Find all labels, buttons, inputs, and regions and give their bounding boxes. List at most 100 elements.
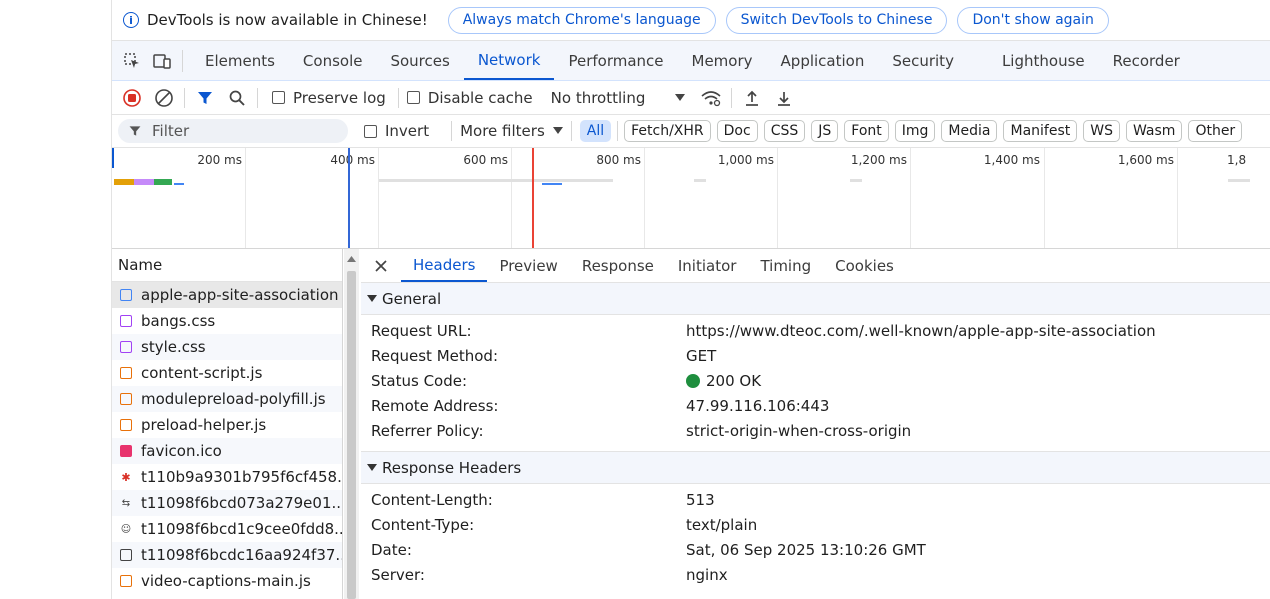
header-value[interactable]: Sat, 06 Sep 2025 13:10:26 GMT: [686, 541, 926, 559]
header-value[interactable]: GET: [686, 347, 716, 365]
request-row[interactable]: ✱ t110b9a9301b795f6cf458...: [112, 464, 342, 490]
preserve-log-box[interactable]: [272, 91, 285, 104]
match-language-button[interactable]: Always match Chrome's language: [447, 6, 716, 34]
tab-network[interactable]: Network: [463, 41, 555, 80]
type-filter-media[interactable]: Media: [941, 120, 998, 142]
header-value[interactable]: nginx: [686, 566, 728, 584]
tab-initiator[interactable]: Initiator: [666, 249, 749, 282]
dont-show-again-button[interactable]: Don't show again: [957, 6, 1109, 34]
request-row[interactable]: t11098f6bcdc16aa924f37...: [112, 542, 342, 568]
tab-timing[interactable]: Timing: [748, 249, 823, 282]
header-value[interactable]: strict-origin-when-cross-origin: [686, 422, 911, 440]
request-name: content-script.js: [141, 364, 263, 382]
request-name: video-captions-main.js: [141, 572, 311, 590]
type-filter-fetch-xhr[interactable]: Fetch/XHR: [624, 120, 711, 142]
header-value[interactable]: 513: [686, 491, 715, 509]
header-row: Content-Type: text/plain: [361, 512, 1270, 537]
import-har-icon[interactable]: [740, 86, 764, 110]
type-filter-other[interactable]: Other: [1188, 120, 1243, 142]
request-row[interactable]: content-script.js: [112, 360, 342, 386]
overview-gridline: [777, 148, 778, 248]
toolbar-divider: [731, 87, 733, 108]
request-row[interactable]: preload-helper.js: [112, 412, 342, 438]
tab-preview[interactable]: Preview: [487, 249, 569, 282]
preserve-log-checkbox[interactable]: Preserve log: [272, 89, 386, 107]
tab-headers[interactable]: Headers: [401, 249, 488, 282]
tab-lighthouse[interactable]: Lighthouse: [988, 41, 1099, 80]
header-row: Date: Sat, 06 Sep 2025 13:10:26 GMT: [361, 537, 1270, 562]
throttling-select[interactable]: No throttling: [551, 89, 686, 107]
tab-sources[interactable]: Sources: [376, 41, 463, 80]
header-value[interactable]: 47.99.116.106:443: [686, 397, 829, 415]
close-icon[interactable]: [361, 259, 401, 273]
overview-tick: 1,000 ms: [717, 153, 774, 167]
type-filter-wasm[interactable]: Wasm: [1125, 120, 1183, 142]
type-filter-js[interactable]: JS: [811, 120, 839, 142]
overview-bar: [174, 183, 184, 185]
request-name: favicon.ico: [141, 442, 222, 460]
general-section-header[interactable]: General: [361, 283, 1270, 315]
filter-funnel-icon[interactable]: [193, 86, 217, 110]
triangle-down-icon: [367, 294, 377, 302]
clear-icon[interactable]: [152, 86, 176, 110]
name-column-header[interactable]: Name: [112, 249, 342, 282]
tab-elements[interactable]: Elements: [191, 41, 289, 80]
invert-checkbox[interactable]: Invert: [364, 122, 429, 140]
type-filter-font[interactable]: Font: [844, 120, 889, 142]
filter-placeholder: Filter: [152, 122, 190, 140]
header-key: Content-Length:: [371, 490, 493, 509]
request-row[interactable]: style.css: [112, 334, 342, 360]
record-icon[interactable]: [120, 86, 144, 110]
scrollbar-thumb[interactable]: [347, 271, 356, 599]
request-list-scrollbar[interactable]: [344, 249, 359, 599]
request-name: apple-app-site-association: [141, 286, 339, 304]
network-overview[interactable]: 200 ms 400 ms 600 ms 800 ms 1,000 ms 1,2…: [112, 148, 1270, 249]
overview-gridline: [644, 148, 645, 248]
switch-to-chinese-button[interactable]: Switch DevTools to Chinese: [725, 6, 948, 34]
type-filter-all[interactable]: All: [579, 120, 612, 142]
disable-cache-checkbox[interactable]: Disable cache: [406, 89, 533, 107]
tab-recorder[interactable]: Recorder: [1099, 41, 1194, 80]
request-row[interactable]: modulepreload-polyfill.js: [112, 386, 342, 412]
request-row[interactable]: video-captions-main.js: [112, 568, 342, 594]
type-filter-img[interactable]: Img: [894, 120, 936, 142]
tab-application[interactable]: Application: [767, 41, 879, 80]
image-icon: ⇆: [121, 497, 131, 509]
tab-security[interactable]: Security: [878, 41, 968, 80]
type-filter-manifest[interactable]: Manifest: [1003, 120, 1078, 142]
status-code-value[interactable]: 200 OK: [686, 372, 761, 390]
type-filter-doc[interactable]: Doc: [716, 120, 758, 142]
inspect-element-icon[interactable]: [122, 51, 142, 71]
tab-memory[interactable]: Memory: [678, 41, 767, 80]
chevron-down-icon: [675, 93, 686, 101]
request-row[interactable]: apple-app-site-association: [112, 282, 342, 308]
export-har-icon[interactable]: [772, 86, 796, 110]
overview-bar: [542, 183, 562, 185]
tab-performance[interactable]: Performance: [554, 41, 677, 80]
tab-cookies[interactable]: Cookies: [823, 249, 906, 282]
search-icon[interactable]: [225, 86, 249, 110]
header-value[interactable]: https://www.dteoc.com/.well-known/apple-…: [686, 322, 1156, 340]
scroll-up-icon[interactable]: [347, 256, 356, 262]
request-row[interactable]: ☺ t11098f6bcd1c9cee0fdd8...: [112, 516, 342, 542]
request-row[interactable]: favicon.ico: [112, 438, 342, 464]
infobar-message: DevTools is now available in Chinese!: [147, 11, 428, 29]
response-headers-section-header[interactable]: Response Headers: [361, 452, 1270, 484]
filter-input[interactable]: Filter: [118, 119, 348, 143]
device-toolbar-icon[interactable]: [152, 51, 172, 71]
invert-box[interactable]: [364, 124, 377, 138]
request-row[interactable]: bangs.css: [112, 308, 342, 334]
request-row[interactable]: ⇆ t11098f6bcd073a279e01...: [112, 490, 342, 516]
tab-console[interactable]: Console: [289, 41, 377, 80]
overview-bar: [134, 179, 154, 185]
disable-cache-box[interactable]: [406, 91, 420, 104]
tab-response[interactable]: Response: [570, 249, 666, 282]
more-filters-dropdown[interactable]: More filters: [460, 122, 563, 140]
overview-tick: 200 ms: [197, 153, 242, 167]
header-key: Request URL:: [371, 321, 472, 340]
header-value[interactable]: text/plain: [686, 516, 757, 534]
type-filter-css[interactable]: CSS: [763, 120, 806, 142]
type-filter-ws[interactable]: WS: [1083, 120, 1120, 142]
network-conditions-icon[interactable]: [699, 86, 723, 110]
header-key: Content-Type:: [371, 515, 475, 534]
